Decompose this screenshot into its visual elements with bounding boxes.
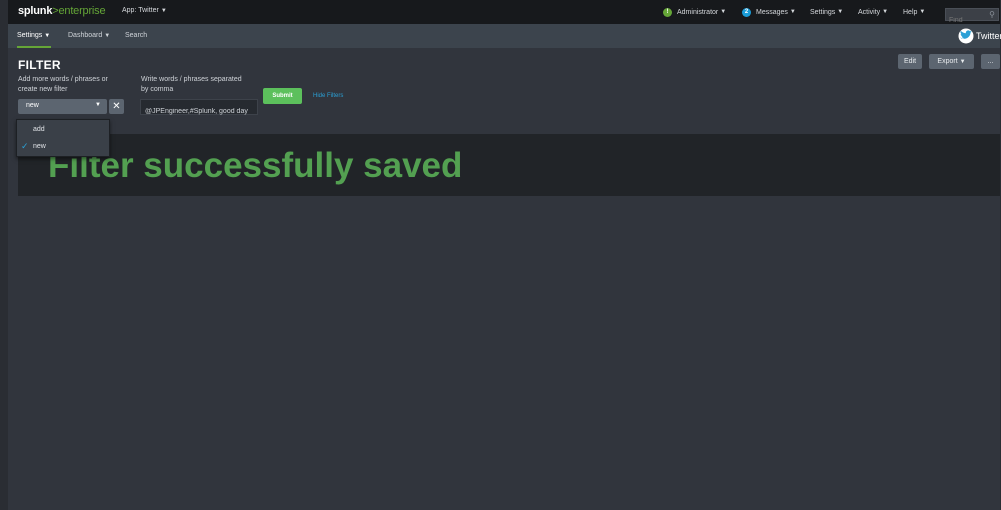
- nav-settings[interactable]: Settings ▼: [17, 32, 50, 39]
- window-left-edge: [0, 0, 8, 510]
- caret-down-icon: ▼: [882, 9, 889, 15]
- search-icon[interactable]: ⚲: [989, 10, 995, 19]
- dropdown-option-label: new: [33, 143, 46, 150]
- caret-down-icon: ▼: [837, 9, 844, 15]
- logo-main: splunk: [18, 5, 53, 17]
- close-icon: ✕: [112, 101, 121, 112]
- export-button-label: Export: [937, 58, 958, 65]
- export-button[interactable]: Export ▼: [929, 54, 974, 69]
- submit-button[interactable]: Submit: [263, 88, 302, 104]
- hide-filters-link[interactable]: Hide Filters: [313, 93, 343, 99]
- app-nav-bar: Settings ▼ Dashboard ▼ Search Twitter: [8, 24, 1001, 48]
- app-menu[interactable]: App: Twitter ▼: [122, 7, 167, 14]
- caret-down-icon: ▼: [919, 9, 926, 15]
- app-menu-label: App: Twitter: [122, 7, 159, 14]
- app-title: Twitter: [976, 31, 1001, 41]
- messages-count-badge: 2: [742, 7, 751, 17]
- splunk-logo[interactable]: splunk>enterprise: [18, 5, 106, 17]
- settings-label: Settings: [810, 8, 836, 16]
- words-input[interactable]: [141, 105, 261, 118]
- text-filter-label-line1: Write words / phrases separated: [141, 76, 242, 83]
- nav-search[interactable]: Search: [125, 32, 147, 39]
- caret-down-icon: ▼: [789, 9, 796, 15]
- page-title: FILTER: [18, 58, 61, 72]
- messages-menu[interactable]: 2 Messages ▼: [742, 0, 796, 24]
- activity-menu[interactable]: Activity ▼: [858, 0, 888, 24]
- dropdown-option-new[interactable]: ✓ new: [17, 140, 109, 154]
- select-filter-label-line2: create new filter: [18, 86, 68, 93]
- success-message: Filter successfully saved: [48, 146, 463, 185]
- select-filter-label: Add more words / phrases or create new f…: [18, 75, 108, 95]
- dropdown-option-add[interactable]: add: [17, 123, 109, 137]
- caret-down-icon: ▼: [959, 59, 966, 65]
- nav-active-indicator: [17, 46, 51, 48]
- words-input-box[interactable]: [140, 99, 261, 118]
- text-filter-label: Write words / phrases separated by comma: [141, 75, 242, 95]
- nav-search-label: Search: [125, 32, 148, 39]
- messages-label: Messages: [756, 8, 788, 16]
- logo-suffix: enterprise: [58, 5, 106, 17]
- help-label: Help: [903, 8, 918, 16]
- caret-down-icon: ▼: [104, 33, 111, 39]
- caret-down-icon: ▼: [44, 33, 51, 39]
- caret-down-icon: ▼: [720, 9, 727, 15]
- nav-dashboard-label: Dashboard: [68, 32, 103, 39]
- checkmark-icon: ✓: [21, 141, 29, 151]
- nav-dashboard[interactable]: Dashboard ▼: [68, 32, 110, 39]
- filter-select[interactable]: new ▼: [18, 99, 107, 114]
- find-search-box[interactable]: ⚲: [945, 8, 999, 25]
- caret-down-icon: ▼: [95, 102, 101, 108]
- caret-down-icon: ▼: [160, 8, 167, 14]
- dropdown-option-label: add: [33, 126, 45, 133]
- clear-selection-button[interactable]: ✕: [109, 99, 124, 114]
- help-menu[interactable]: Help ▼: [903, 0, 925, 24]
- select-filter-label-line1: Add more words / phrases or: [18, 76, 108, 83]
- administrator-label: Administrator: [677, 8, 719, 16]
- nav-settings-label: Settings: [17, 32, 43, 39]
- text-filter-label-line2: by comma: [141, 86, 174, 93]
- twitter-bird-icon: [958, 28, 974, 44]
- more-actions-button[interactable]: ...: [981, 54, 1000, 69]
- alert-badge-icon: !: [663, 7, 672, 17]
- filter-select-dropdown: add ✓ new: [16, 119, 110, 157]
- result-panel: Filter successfully saved: [18, 134, 1000, 196]
- edit-button[interactable]: Edit: [898, 54, 922, 69]
- filter-select-value: new: [26, 102, 39, 109]
- top-app-bar: splunk>enterprise App: Twitter ▼ ! Admini…: [8, 0, 1000, 25]
- settings-menu[interactable]: Settings ▼: [810, 0, 843, 24]
- administrator-menu[interactable]: ! Administrator ▼: [663, 0, 726, 24]
- activity-label: Activity: [858, 8, 881, 16]
